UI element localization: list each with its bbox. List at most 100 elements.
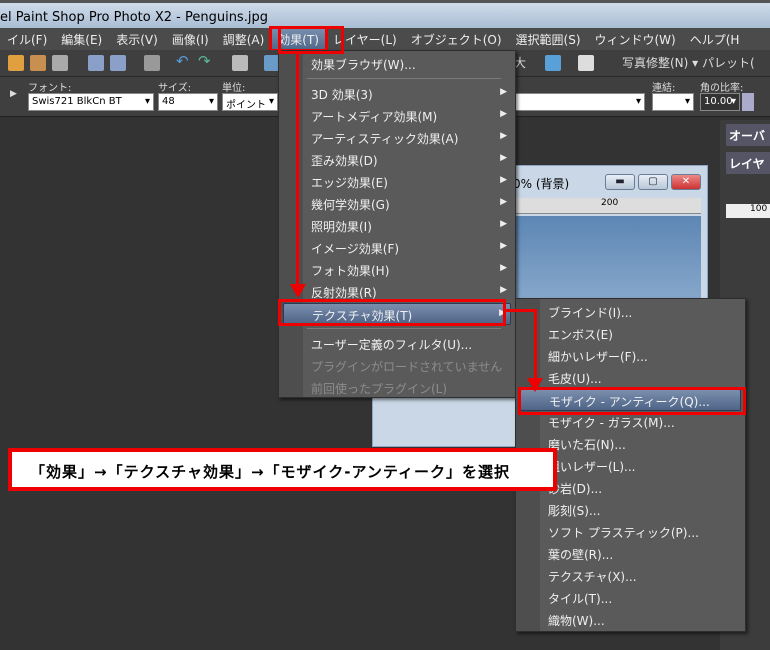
- menu-item[interactable]: 織物(W)...: [520, 609, 741, 631]
- print-icon[interactable]: [144, 55, 160, 71]
- menu-10[interactable]: ヘルプ(H: [683, 28, 747, 50]
- submenu-arrow-icon: ▶: [500, 109, 507, 119]
- size-label: サイズ:: [158, 83, 192, 94]
- open-icon[interactable]: [8, 55, 24, 71]
- menu-item-label: 3D 効果(3): [311, 88, 373, 102]
- menu-item[interactable]: 幾何学効果(G) ▶: [283, 193, 511, 215]
- menu-item[interactable]: 3D 効果(3) ▶: [283, 83, 511, 105]
- close-button[interactable]: ✕: [671, 174, 701, 190]
- menu-item-label: 前回使ったプラグイン(L): [311, 382, 448, 396]
- menu-item-label: 彫刻(S)...: [548, 504, 601, 518]
- ratio-input[interactable]: 10.00: [700, 93, 740, 111]
- menu-item[interactable]: ソフト プラスティック(P)...: [520, 521, 741, 543]
- menu-item-label: フォト効果(H): [311, 264, 390, 278]
- unit-label: 単位:: [222, 83, 246, 94]
- menu-item-label: 細かいレザー(F)...: [548, 350, 648, 364]
- paste-icon[interactable]: [578, 55, 594, 71]
- menu-item[interactable]: 効果ブラウザ(W)...: [283, 53, 511, 75]
- menu-1[interactable]: 編集(E): [54, 28, 109, 50]
- font-label: フォント:: [28, 83, 72, 94]
- menu-item[interactable]: エッジ効果(E) ▶: [283, 171, 511, 193]
- menu-item-label: アーティスティック効果(A): [311, 132, 459, 146]
- layers-palette-tab[interactable]: レイヤ: [726, 152, 770, 174]
- effects-menu: 効果ブラウザ(W)... 3D 効果(3) ▶ アートメディア効果(M) ▶ アーティステ…: [278, 50, 516, 398]
- submenu-arrow-icon: ▶: [500, 153, 507, 163]
- palette-menu[interactable]: パレット(: [702, 54, 755, 71]
- submenu-arrow-icon: ▶: [500, 197, 507, 207]
- menu-bar: イル(F) 編集(E) 表示(V) 画像(I) 調整(A) 効果(T) レイヤー(L) オブジ…: [0, 26, 770, 52]
- menu-item-label: モザイク - ガラス(M)...: [548, 416, 675, 430]
- menu-item[interactable]: 細かいレザー(F)...: [520, 345, 741, 367]
- line-style-select[interactable]: [515, 93, 645, 111]
- menu-item-label: 効果ブラウザ(W)...: [311, 58, 416, 72]
- menu-item-label: エッジ効果(E): [311, 176, 388, 190]
- menu-item-label: エンボス(E): [548, 328, 613, 342]
- menu-item-label: 粗いレザー(L)...: [548, 460, 636, 474]
- redo-icon[interactable]: ↷: [198, 52, 214, 70]
- menu-item[interactable]: ブラインド(I)...: [520, 301, 741, 323]
- instruction-callout: 「効果」→「テクスチャ効果」→「モザイク-アンティーク」を選択: [8, 448, 557, 491]
- menu-item-label: イメージ効果(F): [311, 242, 400, 256]
- menu-item[interactable]: タイル(T)...: [520, 587, 741, 609]
- maximize-button[interactable]: ▢: [638, 174, 668, 190]
- undo-icon[interactable]: ↶: [176, 52, 192, 70]
- font-select[interactable]: Swis721 BlkCn BT: [28, 93, 154, 111]
- opacity-field[interactable]: 100: [726, 204, 770, 218]
- menu-item-label: 照明効果(I): [311, 220, 372, 234]
- annotation-arrow-line-2: [503, 309, 537, 312]
- menu-item: プラグインがロードされていません: [283, 355, 511, 377]
- ratio-spinner[interactable]: [742, 93, 754, 111]
- menu-8[interactable]: 選択範囲(S): [509, 28, 588, 50]
- submenu-arrow-icon: ▶: [500, 131, 507, 141]
- menu-item-label: 幾何学効果(G): [311, 198, 390, 212]
- join-select[interactable]: [652, 93, 694, 111]
- menu-item-label: ソフト プラスティック(P)...: [548, 526, 699, 540]
- menu-item[interactable]: エンボス(E): [520, 323, 741, 345]
- minimize-button[interactable]: ▬: [605, 174, 635, 190]
- menu-7[interactable]: オブジェクト(O): [404, 28, 509, 50]
- menu-item: 前回使ったプラグイン(L): [283, 377, 511, 399]
- menu-item[interactable]: 葉の壁(R)...: [520, 543, 741, 565]
- expand-icon[interactable]: ▶: [10, 89, 17, 99]
- menu-item-label: 歪み効果(D): [311, 154, 378, 168]
- unit-select[interactable]: ポイント: [222, 93, 278, 111]
- photo-fix-menu[interactable]: 写真修整(N) ▾: [622, 54, 698, 71]
- menu-item[interactable]: アーティスティック効果(A) ▶: [283, 127, 511, 149]
- menu-item[interactable]: 照明効果(I) ▶: [283, 215, 511, 237]
- horizontal-ruler: 200: [515, 198, 701, 214]
- export-icon[interactable]: [545, 55, 561, 71]
- menu-item[interactable]: ユーザー定義のフィルタ(U)...: [283, 333, 511, 355]
- submenu-arrow-icon: ▶: [500, 241, 507, 251]
- menu-item-label: タイル(T)...: [548, 592, 613, 606]
- menu-item[interactable]: イメージ効果(F) ▶: [283, 237, 511, 259]
- annotation-arrow-line: [296, 54, 299, 286]
- window-title: el Paint Shop Pro Photo X2 - Penguins.jp…: [0, 10, 268, 25]
- menu-item[interactable]: 彫刻(S)...: [520, 499, 741, 521]
- highlight-mosaic-antique: [518, 387, 746, 415]
- menu-9[interactable]: ウィンドウ(W): [588, 28, 683, 50]
- menu-item[interactable]: 歪み効果(D) ▶: [283, 149, 511, 171]
- menu-item[interactable]: フォト効果(H) ▶: [283, 259, 511, 281]
- menu-4[interactable]: 調整(A): [216, 28, 272, 50]
- menu-item-label: ブラインド(I)...: [548, 306, 633, 320]
- new-icon[interactable]: [232, 55, 248, 71]
- menu-item-label: 磨いた石(N)...: [548, 438, 626, 452]
- menu-2[interactable]: 表示(V): [109, 28, 165, 50]
- ratio-label: 角の比率:: [700, 83, 744, 94]
- browse-icon[interactable]: [30, 55, 46, 71]
- submenu-arrow-icon: ▶: [500, 87, 507, 97]
- submenu-arrow-icon: ▶: [500, 175, 507, 185]
- menu-item[interactable]: テクスチャ(X)...: [520, 565, 741, 587]
- size-select[interactable]: 48: [158, 93, 218, 111]
- menu-0[interactable]: イル(F): [0, 28, 54, 50]
- menu-item-label: テクスチャ(X)...: [548, 570, 637, 584]
- scan-icon[interactable]: [52, 55, 68, 71]
- menu-item-label: 毛皮(U)...: [548, 372, 602, 386]
- menu-item-label: 反射効果(R): [311, 286, 377, 300]
- overview-palette-tab[interactable]: オーバ: [726, 124, 770, 146]
- menu-item[interactable]: 毛皮(U)...: [520, 367, 741, 389]
- menu-3[interactable]: 画像(I): [165, 28, 216, 50]
- menu-item[interactable]: アートメディア効果(M) ▶: [283, 105, 511, 127]
- save-icon[interactable]: [88, 55, 104, 71]
- save-as-icon[interactable]: [110, 55, 126, 71]
